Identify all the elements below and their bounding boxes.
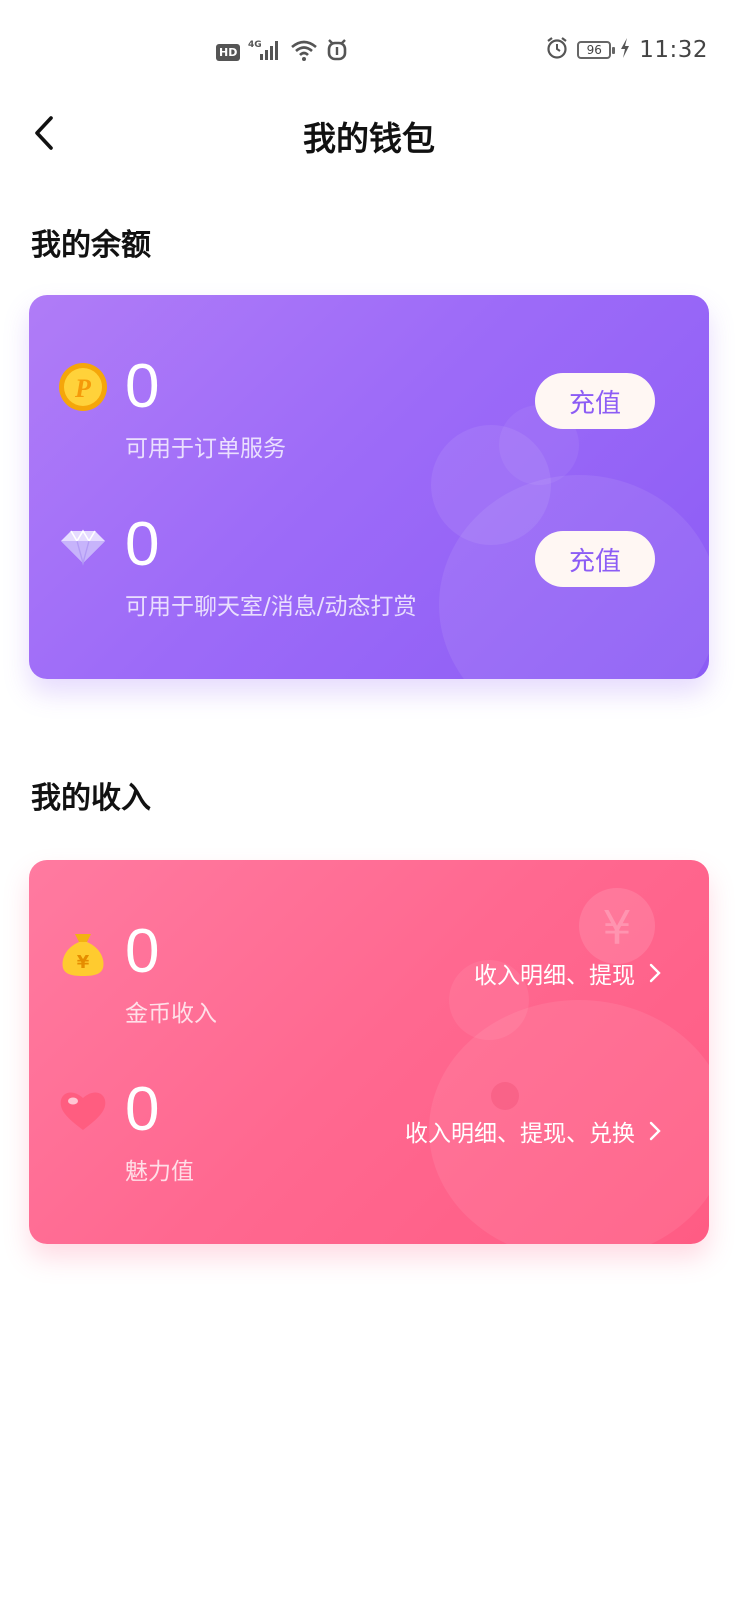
chevron-right-icon [649, 1121, 661, 1141]
coin-balance-desc: 可用于订单服务 [125, 436, 286, 462]
alarm-icon [545, 36, 569, 64]
wifi-icon [290, 38, 318, 66]
diamond-balance-desc: 可用于聊天室/消息/动态打赏 [125, 594, 417, 620]
gold-income-desc: 金币收入 [125, 1001, 217, 1027]
notification-icon [326, 38, 348, 66]
page-title: 我的钱包 [303, 119, 435, 158]
income-heading: 我的收入 [31, 781, 151, 816]
charm-link-label: 收入明细、提现、兑换 [405, 1121, 635, 1147]
title-bar: 我的钱包 [0, 100, 738, 166]
balance-heading: 我的余额 [31, 228, 151, 263]
coin-balance-row: P 0 可用于订单服务 充值 [29, 352, 709, 501]
diamond-balance-value: 0 [125, 510, 160, 579]
signal-icon: 4G [248, 38, 282, 66]
money-bag-icon: ¥ [57, 926, 109, 978]
network-label: 4G [248, 40, 262, 50]
diamond-recharge-button[interactable]: 充值 [535, 531, 655, 587]
wallet-page: HD 4G 96 11:32 我的钱包 我的余额 P 0 可用于订单服务 充值 … [0, 0, 738, 1600]
status-right: 96 11:32 [545, 36, 708, 64]
status-bar: HD 4G 96 11:32 [0, 0, 738, 100]
balance-card: P 0 可用于订单服务 充值 0 可用于聊天室/消息/动态打赏 充值 [29, 295, 709, 679]
hd-badge: HD [216, 43, 241, 61]
status-left: HD 4G [216, 38, 348, 66]
chevron-right-icon [649, 963, 661, 983]
income-card: ¥ ¥ 0 金币收入 收入明细、提现 0 魅力值 收入明细、提现、兑换 [29, 860, 709, 1244]
gold-income-details-link[interactable]: 收入明细、提现 [474, 956, 661, 990]
charm-row[interactable]: 0 魅力值 收入明细、提现、兑换 [29, 1075, 709, 1224]
gold-income-row[interactable]: ¥ 0 金币收入 收入明细、提现 [29, 917, 709, 1066]
coin-balance-value: 0 [125, 352, 160, 421]
charm-details-link[interactable]: 收入明细、提现、兑换 [405, 1114, 661, 1148]
gold-income-value: 0 [125, 917, 160, 986]
charging-icon [619, 37, 631, 63]
heart-icon [57, 1084, 109, 1136]
diamond-icon [57, 519, 109, 571]
gold-income-link-label: 收入明细、提现 [474, 963, 635, 989]
coin-recharge-button[interactable]: 充值 [535, 373, 655, 429]
diamond-balance-row: 0 可用于聊天室/消息/动态打赏 充值 [29, 510, 709, 659]
battery-indicator: 96 [577, 41, 616, 59]
charm-value: 0 [125, 1075, 160, 1144]
charm-desc: 魅力值 [125, 1159, 194, 1185]
coin-p-icon: P [57, 361, 109, 413]
svg-text:¥: ¥ [77, 952, 90, 973]
clock: 11:32 [639, 37, 708, 63]
svg-text:P: P [74, 374, 92, 403]
